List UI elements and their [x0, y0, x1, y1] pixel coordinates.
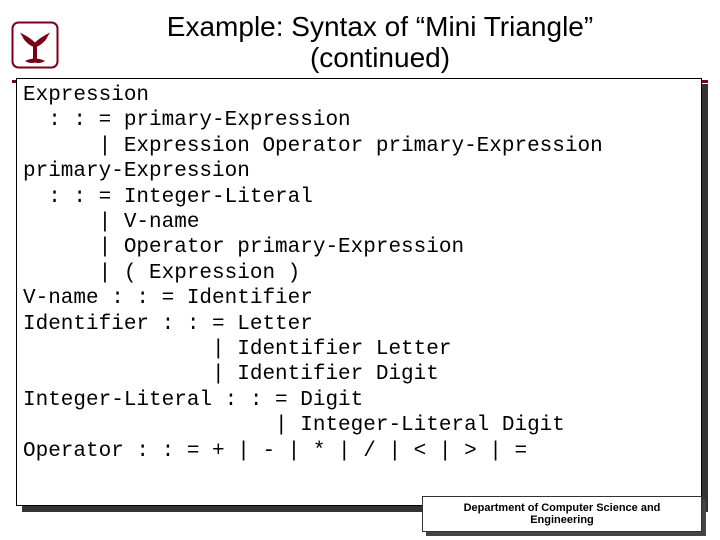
footer-line2: Engineering — [530, 514, 594, 526]
footer-box: Department of Computer Science and Engin… — [422, 496, 702, 532]
footer-line1: Department of Computer Science and — [464, 502, 661, 514]
title-line1: Example: Syntax of “Mini Triangle” — [60, 12, 700, 43]
slide: Example: Syntax of “Mini Triangle” (cont… — [0, 0, 720, 540]
content-box: Expression : : = primary-Expression | Ex… — [16, 78, 702, 506]
palmetto-logo-icon — [10, 20, 60, 70]
grammar-text: Expression : : = primary-Expression | Ex… — [23, 83, 695, 464]
title-line2: (continued) — [60, 43, 700, 74]
slide-title: Example: Syntax of “Mini Triangle” (cont… — [60, 12, 700, 74]
